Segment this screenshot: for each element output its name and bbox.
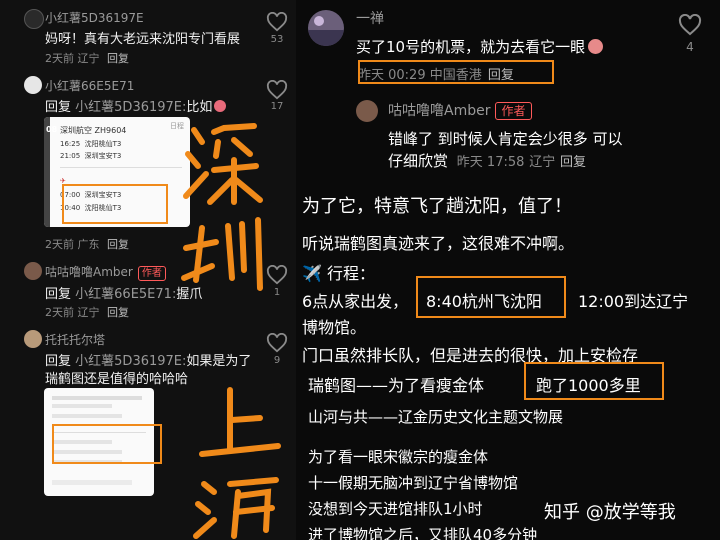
author-badge: 作者 bbox=[137, 266, 166, 281]
comment-body: 买了10号的机票，就为去看它一眼 bbox=[356, 38, 586, 56]
dep-time: 16:25 bbox=[60, 140, 81, 148]
comment-meta: 2天前 辽宁 回复 bbox=[45, 304, 129, 320]
avatar[interactable] bbox=[356, 100, 378, 122]
comment-time: 昨天 17:58 bbox=[456, 155, 525, 170]
annotation-box bbox=[62, 184, 168, 224]
comment-username[interactable]: 咕咕噜噜Amber 作者 bbox=[388, 100, 532, 120]
comment-time: 2天前 bbox=[45, 52, 74, 65]
reply-button[interactable]: 回复 bbox=[107, 306, 129, 319]
comment-location: 辽宁 bbox=[77, 306, 100, 319]
dep-airport: 沈阳桃仙T3 bbox=[84, 140, 122, 148]
comment-time: 2天前 bbox=[45, 238, 74, 251]
comment-username[interactable]: 托托托尔塔 bbox=[45, 331, 105, 348]
post-text-line: 瑞鹤图——为了看瘦金体 bbox=[308, 376, 485, 395]
post-text-line: 没想到今天进馆排队1小时 bbox=[308, 500, 483, 518]
zhihu-watermark: 知乎 @放学等我 bbox=[544, 502, 676, 523]
post-text-line: 山河与共——辽金历史文化主题文物展 bbox=[308, 408, 564, 426]
card-edge-label: 08 bbox=[46, 125, 58, 134]
reply-button[interactable]: 回复 bbox=[107, 238, 129, 251]
comment-username[interactable]: 咕咕噜噜Amber 作者 bbox=[45, 263, 166, 281]
like-heart-icon[interactable] bbox=[266, 333, 288, 353]
right-post-screenshot: 一禅 买了10号的机票，就为去看它一眼 昨天 00:29 中国香港 回复 4 咕… bbox=[296, 0, 720, 540]
post-text-line: 十一假期无脑冲到辽宁省博物馆 bbox=[308, 474, 519, 492]
comment-location: 辽宁 bbox=[77, 52, 100, 65]
post-text-line: 6点从家出发， bbox=[302, 292, 409, 311]
handwritten-annotation-shanghai bbox=[193, 387, 281, 539]
avatar[interactable] bbox=[24, 9, 44, 29]
comment-body: 如果是为了 bbox=[186, 354, 252, 369]
annotation-box bbox=[52, 424, 162, 464]
like-heart-icon[interactable] bbox=[678, 14, 702, 36]
comment-username[interactable]: 小红薯66E5E71 bbox=[45, 77, 134, 94]
username-text: 咕咕噜噜Amber bbox=[388, 103, 491, 119]
like-heart-icon[interactable] bbox=[266, 12, 288, 32]
comment-text: 买了10号的机票，就为去看它一眼 bbox=[356, 36, 604, 57]
avatar[interactable] bbox=[24, 330, 42, 348]
annotation-box bbox=[416, 276, 566, 318]
comment-text: 回复 小红薯5D36197E:如果是为了 bbox=[45, 350, 251, 369]
post-text-line: 博物馆。 bbox=[302, 318, 367, 337]
like-count: 53 bbox=[270, 34, 284, 45]
reply-button[interactable]: 回复 bbox=[560, 155, 586, 170]
handwritten-annotation-shenzhen bbox=[181, 123, 263, 291]
mention-link[interactable]: 小红薯5D36197E: bbox=[75, 100, 186, 115]
mention-link[interactable]: 小红薯66E5E71: bbox=[75, 287, 176, 302]
post-text-line: ✈️ 行程： bbox=[302, 264, 376, 283]
post-text-line: 进了博物馆之后，又排队40多分钟 bbox=[308, 526, 538, 540]
comment-username[interactable]: 小红薯5D36197E bbox=[45, 9, 144, 26]
card-airline: 深圳航空 ZH9604 bbox=[60, 126, 127, 135]
comment-location: 辽宁 bbox=[529, 155, 556, 170]
reply-prefix: 回复 bbox=[45, 354, 72, 369]
avatar[interactable] bbox=[24, 76, 42, 94]
comment-time: 2天前 bbox=[45, 306, 74, 319]
like-count: 4 bbox=[686, 40, 694, 54]
like-count: 9 bbox=[273, 355, 281, 366]
post-text-line: 为了它，特意飞了趟沈阳，值了！ bbox=[302, 196, 572, 217]
annotation-box bbox=[524, 362, 664, 400]
flight1-dep: 16:25 沈阳桃仙T3 bbox=[60, 139, 121, 149]
emoji-icon bbox=[588, 39, 604, 54]
username-text: 咕咕噜噜Amber bbox=[45, 265, 133, 279]
avatar[interactable] bbox=[308, 10, 344, 46]
flight1-arr: 21:05 深圳宝安T3 bbox=[60, 151, 121, 161]
like-heart-icon[interactable] bbox=[266, 80, 288, 100]
post-text-line: 12:00到达辽宁 bbox=[578, 292, 689, 311]
comment-text-line2: 瑞鹤图还是值得的哈哈哈 bbox=[45, 372, 189, 387]
comment-username[interactable]: 一禅 bbox=[356, 8, 384, 28]
left-comment-screenshot: 小红薯5D36197E 妈呀！真有大老远来沈阳专门看展 2天前 辽宁 回复 53… bbox=[0, 0, 296, 540]
mention-link[interactable]: 小红薯5D36197E: bbox=[75, 354, 186, 369]
annotation-box bbox=[358, 60, 554, 84]
comment-text: 错峰了 到时候人肯定会少很多 可以 bbox=[388, 130, 623, 148]
comment-body: 仔细欣赏 bbox=[388, 152, 449, 170]
comment-text-line2: 仔细欣赏 昨天 17:58 辽宁 回复 bbox=[388, 150, 586, 171]
reply-prefix: 回复 bbox=[45, 100, 72, 115]
post-text-line: 为了看一眼宋徽宗的瘦金体 bbox=[308, 448, 489, 466]
comment-meta: 2天前 辽宁 回复 bbox=[45, 50, 129, 66]
comment-meta: 2天前 广东 回复 bbox=[45, 236, 129, 252]
avatar[interactable] bbox=[24, 262, 42, 280]
comment-text: 妈呀！真有大老远来沈阳专门看展 bbox=[45, 32, 241, 47]
post-text-line: 听说瑞鹤图真迹来了，这很难不冲啊。 bbox=[302, 234, 575, 253]
author-badge: 作者 bbox=[495, 102, 532, 120]
comment-location: 广东 bbox=[77, 238, 100, 251]
arr-airport: 深圳宝安T3 bbox=[84, 152, 122, 160]
reply-button[interactable]: 回复 bbox=[107, 52, 129, 65]
reply-prefix: 回复 bbox=[45, 287, 72, 302]
arr-time: 21:05 bbox=[60, 152, 81, 160]
